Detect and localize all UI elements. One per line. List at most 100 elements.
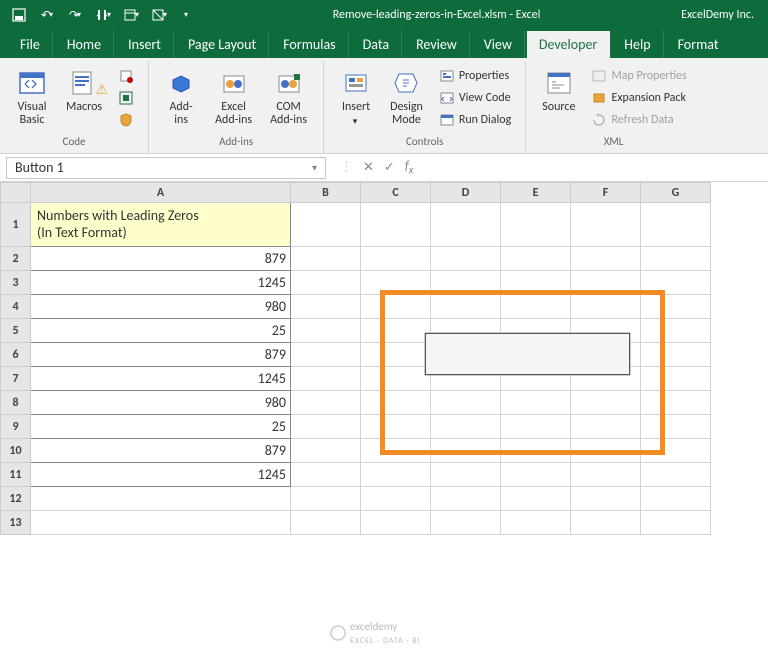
row-header-12[interactable]: 12 bbox=[1, 487, 31, 511]
addins-button[interactable]: Add- ins bbox=[159, 65, 203, 129]
save-icon[interactable] bbox=[8, 4, 30, 26]
redo-icon[interactable]: ↷▾ bbox=[64, 4, 86, 26]
cell-D13[interactable] bbox=[431, 511, 501, 535]
cell-B7[interactable] bbox=[291, 367, 361, 391]
undo-icon[interactable]: ↶▾ bbox=[36, 4, 58, 26]
col-header-F[interactable]: F bbox=[571, 183, 641, 203]
cell-B1[interactable] bbox=[291, 203, 361, 247]
com-addins-button[interactable]: COM Add-ins bbox=[264, 65, 313, 129]
macro-security-button[interactable] bbox=[114, 109, 138, 131]
row-header-2[interactable]: 2 bbox=[1, 247, 31, 271]
cell-E12[interactable] bbox=[501, 487, 571, 511]
cell-C13[interactable] bbox=[361, 511, 431, 535]
cell-F11[interactable] bbox=[571, 463, 641, 487]
cell-G1[interactable] bbox=[641, 203, 711, 247]
col-header-A[interactable]: A bbox=[31, 183, 291, 203]
map-properties-button[interactable]: Map Properties bbox=[587, 65, 690, 87]
cell-B13[interactable] bbox=[291, 511, 361, 535]
design-mode-button[interactable]: Design Mode bbox=[384, 65, 429, 129]
tab-insert[interactable]: Insert bbox=[116, 31, 174, 58]
macros-button[interactable]: ⚠ Macros bbox=[60, 65, 108, 116]
cell-B11[interactable] bbox=[291, 463, 361, 487]
cell-A4[interactable]: 980 bbox=[31, 295, 291, 319]
cell-C2[interactable] bbox=[361, 247, 431, 271]
cell-A9[interactable]: 25 bbox=[31, 415, 291, 439]
cell-D12[interactable] bbox=[431, 487, 501, 511]
cell-F12[interactable] bbox=[571, 487, 641, 511]
tab-data[interactable]: Data bbox=[351, 31, 402, 58]
col-header-D[interactable]: D bbox=[431, 183, 501, 203]
cell-E13[interactable] bbox=[501, 511, 571, 535]
cell-G11[interactable] bbox=[641, 463, 711, 487]
visual-basic-button[interactable]: Visual Basic bbox=[10, 65, 54, 129]
cell-D2[interactable] bbox=[431, 247, 501, 271]
cell-D1[interactable] bbox=[431, 203, 501, 247]
row-header-6[interactable]: 6 bbox=[1, 343, 31, 367]
form-control-button[interactable] bbox=[425, 333, 630, 375]
source-button[interactable]: Source bbox=[536, 65, 581, 116]
cell-G13[interactable] bbox=[641, 511, 711, 535]
row-header-5[interactable]: 5 bbox=[1, 319, 31, 343]
cell-B12[interactable] bbox=[291, 487, 361, 511]
tab-page-layout[interactable]: Page Layout bbox=[176, 31, 269, 58]
cell-B6[interactable] bbox=[291, 343, 361, 367]
col-header-C[interactable]: C bbox=[361, 183, 431, 203]
cell-C1[interactable] bbox=[361, 203, 431, 247]
cell-B2[interactable] bbox=[291, 247, 361, 271]
col-header-G[interactable]: G bbox=[641, 183, 711, 203]
row-header-13[interactable]: 13 bbox=[1, 511, 31, 535]
cell-B10[interactable] bbox=[291, 439, 361, 463]
tab-developer[interactable]: Developer bbox=[527, 31, 610, 58]
cell-A1[interactable]: Numbers with Leading Zeros(In Text Forma… bbox=[31, 203, 291, 247]
tab-file[interactable]: File bbox=[8, 31, 53, 58]
name-box[interactable]: Button 1 ▾ bbox=[6, 157, 326, 179]
cell-A2[interactable]: 879 bbox=[31, 247, 291, 271]
cancel-icon[interactable]: ✕ bbox=[363, 160, 374, 175]
name-box-dropdown-icon[interactable]: ▾ bbox=[305, 161, 317, 174]
row-header-7[interactable]: 7 bbox=[1, 367, 31, 391]
cell-D11[interactable] bbox=[431, 463, 501, 487]
insert-control-button[interactable]: Insert ▾ bbox=[334, 65, 378, 129]
expansion-packs-button[interactable]: Expansion Pack bbox=[587, 87, 690, 109]
fx-icon[interactable]: fx bbox=[405, 159, 414, 177]
row-header-4[interactable]: 4 bbox=[1, 295, 31, 319]
tab-home[interactable]: Home bbox=[55, 31, 114, 58]
col-header-B[interactable]: B bbox=[291, 183, 361, 203]
row-header-3[interactable]: 3 bbox=[1, 271, 31, 295]
cell-F13[interactable] bbox=[571, 511, 641, 535]
tab-view[interactable]: View bbox=[472, 31, 525, 58]
cell-A12[interactable] bbox=[31, 487, 291, 511]
cell-F1[interactable] bbox=[571, 203, 641, 247]
cell-A11[interactable]: 1245 bbox=[31, 463, 291, 487]
row-header-10[interactable]: 10 bbox=[1, 439, 31, 463]
record-macro-button[interactable] bbox=[114, 65, 138, 87]
cell-A6[interactable]: 879 bbox=[31, 343, 291, 367]
row-header-9[interactable]: 9 bbox=[1, 415, 31, 439]
use-relative-refs-button[interactable] bbox=[114, 87, 138, 109]
cell-B5[interactable] bbox=[291, 319, 361, 343]
tab-format[interactable]: Format bbox=[666, 31, 731, 58]
tab-help[interactable]: Help bbox=[612, 31, 663, 58]
cell-B8[interactable] bbox=[291, 391, 361, 415]
excel-addins-button[interactable]: Excel Add-ins bbox=[209, 65, 258, 129]
touch-mode-icon[interactable]: ▾ bbox=[92, 4, 114, 26]
qat-icon-6[interactable]: ▾ bbox=[148, 4, 170, 26]
cell-A7[interactable]: 1245 bbox=[31, 367, 291, 391]
select-all-corner[interactable] bbox=[1, 183, 31, 203]
cell-B4[interactable] bbox=[291, 295, 361, 319]
row-header-1[interactable]: 1 bbox=[1, 203, 31, 247]
cell-E2[interactable] bbox=[501, 247, 571, 271]
qat-icon-5[interactable]: ▾ bbox=[120, 4, 142, 26]
col-header-E[interactable]: E bbox=[501, 183, 571, 203]
row-header-11[interactable]: 11 bbox=[1, 463, 31, 487]
cell-A8[interactable]: 980 bbox=[31, 391, 291, 415]
cell-G2[interactable] bbox=[641, 247, 711, 271]
run-dialog-button[interactable]: Run Dialog bbox=[435, 109, 515, 131]
qat-customize-icon[interactable]: ▾ bbox=[176, 4, 198, 26]
cell-F2[interactable] bbox=[571, 247, 641, 271]
refresh-data-button[interactable]: Refresh Data bbox=[587, 109, 690, 131]
cell-A10[interactable]: 879 bbox=[31, 439, 291, 463]
tab-review[interactable]: Review bbox=[404, 31, 470, 58]
cell-A5[interactable]: 25 bbox=[31, 319, 291, 343]
view-code-button[interactable]: View Code bbox=[435, 87, 515, 109]
